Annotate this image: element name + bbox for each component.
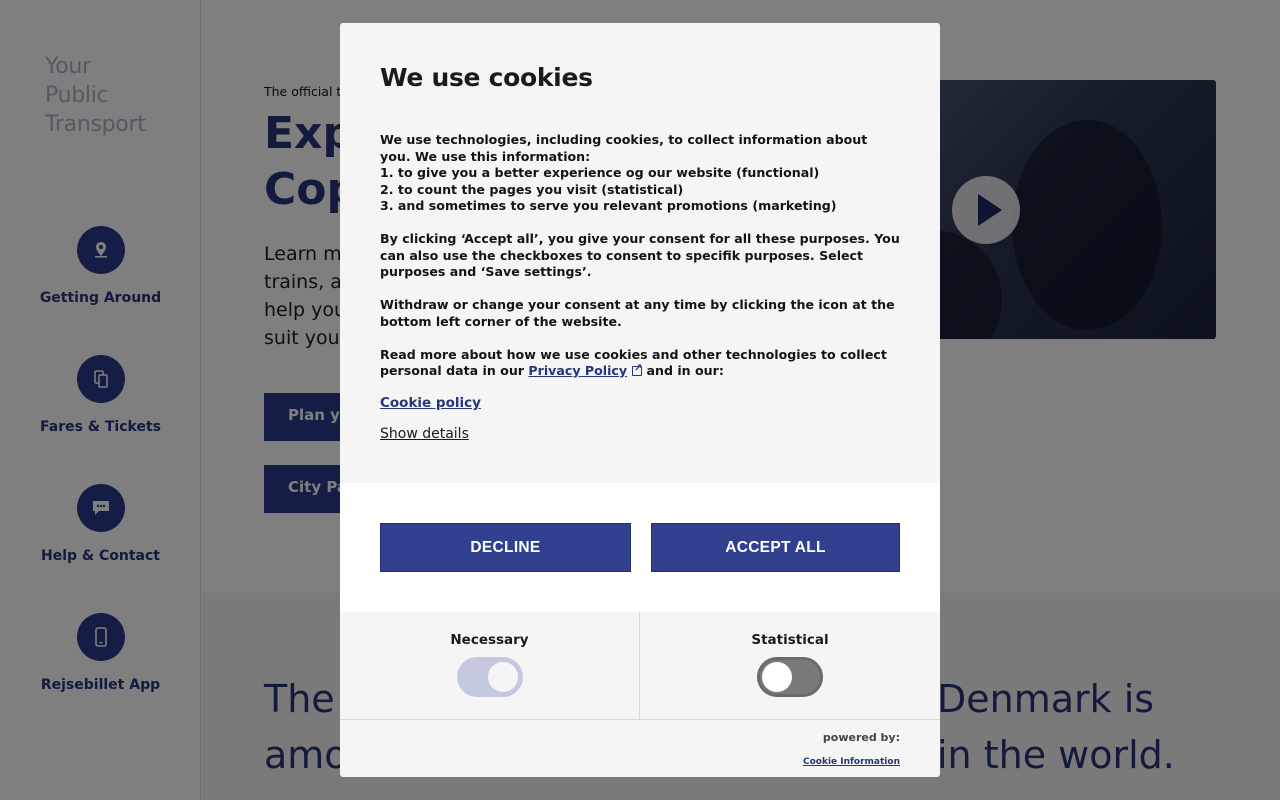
category-statistical: Statistical [640,612,940,720]
category-necessary: Necessary [340,612,640,720]
dialog-title: We use cookies [380,63,593,92]
cookie-information-link[interactable]: Cookie Information [803,757,900,767]
button-band: DECLINE ACCEPT ALL [340,483,940,612]
read-more-suffix: and in our: [642,363,724,378]
toggle-knob [762,662,792,692]
cookie-policy-link[interactable]: Cookie policy [380,395,481,411]
dialog-body: We use technologies, including cookies, … [380,132,900,396]
decline-button[interactable]: DECLINE [380,523,631,572]
external-link-icon [632,361,642,378]
privacy-policy-link[interactable]: Privacy Policy [528,363,627,378]
show-details-link[interactable]: Show details [380,426,469,442]
cookie-consent-dialog: We use cookies We use technologies, incl… [340,23,940,777]
statistical-toggle[interactable] [757,657,823,697]
intro-paragraph: We use technologies, including cookies, … [380,132,900,215]
accept-all-button[interactable]: ACCEPT ALL [651,523,900,572]
category-label: Necessary [450,632,529,648]
purpose-item: 3. and sometimes to serve you relevant p… [380,198,837,213]
consent-categories: Necessary Statistical [340,612,940,720]
consent-paragraph: By clicking ‘Accept all’, you give your … [380,231,900,279]
intro-text: We use technologies, including cookies, … [380,132,868,164]
purpose-item: 1. to give you a better experience og ou… [380,165,820,180]
privacy-policy-label: Privacy Policy [528,363,628,378]
withdraw-paragraph: Withdraw or change your consent at any t… [380,297,895,329]
necessary-toggle[interactable] [456,657,523,697]
toggle-knob [487,662,518,692]
purpose-item: 2. to count the pages you visit (statist… [380,181,684,197]
powered-by-label: powered by: [822,731,900,744]
read-more-paragraph: Read more about how we use cookies and o… [380,347,900,380]
category-label: Statistical [751,632,829,648]
